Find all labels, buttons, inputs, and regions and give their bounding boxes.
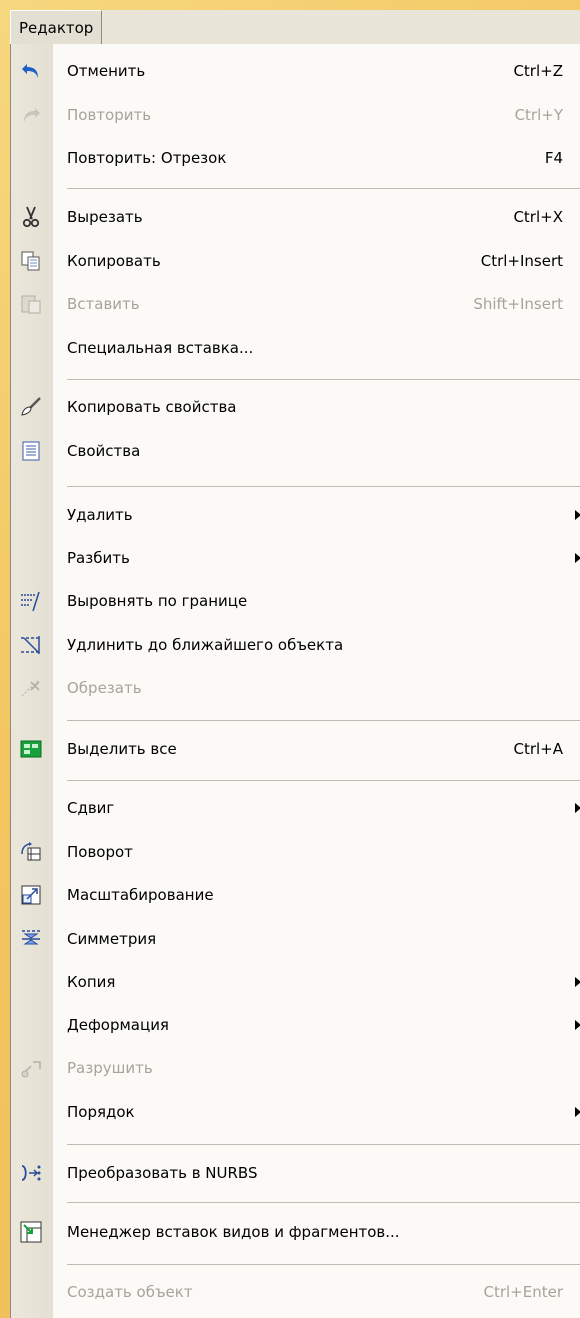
menu-item-convert-nurbs[interactable]: Преобразовать в NURBS [11, 1155, 580, 1191]
menu-separator [67, 379, 580, 380]
menu-item-label: Повторить [67, 106, 152, 124]
menu-item-copy[interactable]: Копировать Ctrl+Insert [11, 243, 580, 279]
submenu-arrow-icon [575, 1020, 580, 1030]
menu-item-shortcut: Shift+Insert [473, 295, 563, 313]
menu-item-label: Симметрия [67, 930, 157, 948]
menubar: Редактор [10, 10, 580, 45]
menu-item-break[interactable]: Разбить [11, 540, 580, 576]
submenu-arrow-icon [575, 1107, 580, 1117]
menu-item-label: Масштабирование [67, 886, 214, 904]
menu-item-label: Вставить [67, 295, 140, 313]
menu-item-label: Порядок [67, 1103, 135, 1121]
menu-item-cut[interactable]: Вырезать Ctrl+X [11, 199, 580, 235]
menu-item-copy-transform[interactable]: Копия [11, 964, 580, 1000]
explode-icon [19, 1056, 43, 1080]
menu-title-editor[interactable]: Редактор [10, 10, 103, 45]
menu-item-create-object[interactable]: Создать объект Ctrl+Enter [11, 1274, 580, 1310]
menu-separator [67, 1202, 580, 1203]
menu-item-shortcut: Ctrl+Z [513, 62, 563, 80]
menu-item-insert-manager[interactable]: Менеджер вставок видов и фрагментов... [11, 1214, 580, 1250]
menu-title-label: Редактор [19, 19, 94, 37]
properties-icon [19, 439, 43, 463]
menu-item-label: Удалить [67, 506, 133, 524]
menu-item-copy-properties[interactable]: Копировать свойства [11, 389, 580, 425]
redo-icon [19, 103, 43, 127]
extend-icon [19, 633, 43, 657]
menu-item-explode[interactable]: Разрушить [11, 1050, 580, 1086]
align-border-icon [19, 589, 43, 613]
submenu-arrow-icon [575, 977, 580, 987]
editor-dropdown-menu: Отменить Ctrl+Z Повторить Ctrl+Y Повтори… [10, 44, 580, 1318]
menu-item-label: Сдвиг [67, 799, 115, 817]
menu-item-scale[interactable]: Масштабирование [11, 877, 580, 913]
menu-item-label: Свойства [67, 442, 141, 460]
menu-item-repeat-segment[interactable]: Повторить: Отрезок F4 [11, 140, 580, 176]
menu-item-paste-special[interactable]: Специальная вставка... [11, 330, 580, 366]
menu-item-shift[interactable]: Сдвиг [11, 790, 580, 826]
menu-separator [67, 780, 580, 781]
menu-separator [67, 720, 580, 721]
symmetry-icon [19, 927, 43, 951]
menu-separator [67, 1264, 580, 1265]
menu-item-shortcut: Ctrl+Enter [483, 1283, 563, 1301]
select-all-icon [19, 737, 43, 761]
menu-item-shortcut: Ctrl+X [513, 208, 563, 226]
insert-manager-icon [19, 1220, 43, 1244]
submenu-arrow-icon [575, 803, 580, 813]
paste-icon [19, 292, 43, 316]
menu-item-properties[interactable]: Свойства [11, 433, 580, 469]
submenu-arrow-icon [575, 510, 580, 520]
menu-item-label: Копировать [67, 252, 161, 270]
menu-item-rotate[interactable]: Поворот [11, 834, 580, 870]
menu-item-delete[interactable]: Удалить [11, 497, 580, 533]
menu-item-label: Менеджер вставок видов и фрагментов... [67, 1223, 400, 1241]
menu-item-label: Копия [67, 973, 116, 991]
scissors-icon [19, 205, 43, 229]
menu-item-label: Разбить [67, 549, 130, 567]
menu-item-label: Выровнять по границе [67, 592, 248, 610]
scale-icon [19, 883, 43, 907]
brush-icon [19, 395, 43, 419]
menu-item-label: Выделить все [67, 740, 177, 758]
menu-item-undo[interactable]: Отменить Ctrl+Z [11, 53, 580, 89]
copy-icon [19, 249, 43, 273]
menu-item-extend[interactable]: Удлинить до ближайшего объекта [11, 627, 580, 663]
menu-item-label: Преобразовать в NURBS [67, 1164, 258, 1182]
menu-item-label: Создать объект [67, 1283, 193, 1301]
menu-item-shortcut: Ctrl+Insert [480, 252, 563, 270]
menu-item-paste[interactable]: Вставить Shift+Insert [11, 286, 580, 322]
menu-item-label: Вырезать [67, 208, 143, 226]
menu-item-label: Копировать свойства [67, 398, 237, 416]
menu-item-label: Удлинить до ближайшего объекта [67, 636, 344, 654]
menu-item-shortcut: F4 [544, 149, 563, 167]
menu-item-label: Деформация [67, 1016, 169, 1034]
rotate-icon [19, 840, 43, 864]
undo-icon [19, 59, 43, 83]
menu-item-order[interactable]: Порядок [11, 1094, 580, 1130]
menu-item-label: Повторить: Отрезок [67, 149, 227, 167]
submenu-arrow-icon [575, 553, 580, 563]
menu-item-label: Специальная вставка... [67, 339, 254, 357]
menu-item-shortcut: Ctrl+Y [514, 106, 563, 124]
menu-separator [67, 188, 580, 189]
menu-item-redo[interactable]: Повторить Ctrl+Y [11, 97, 580, 133]
menu-separator [67, 1144, 580, 1145]
menu-item-select-all[interactable]: Выделить все Ctrl+A [11, 731, 580, 767]
trim-icon [19, 676, 43, 700]
menu-item-symmetry[interactable]: Симметрия [11, 921, 580, 957]
menu-item-label: Поворот [67, 843, 133, 861]
menu-separator [67, 486, 580, 487]
menu-item-label: Обрезать [67, 679, 142, 697]
nurbs-icon [19, 1161, 43, 1185]
menu-item-shortcut: Ctrl+A [513, 740, 563, 758]
menu-item-trim[interactable]: Обрезать [11, 670, 580, 706]
menu-item-label: Отменить [67, 62, 146, 80]
menu-item-deformation[interactable]: Деформация [11, 1007, 580, 1043]
menu-item-label: Разрушить [67, 1059, 153, 1077]
menu-item-align-border[interactable]: Выровнять по границе [11, 583, 580, 619]
